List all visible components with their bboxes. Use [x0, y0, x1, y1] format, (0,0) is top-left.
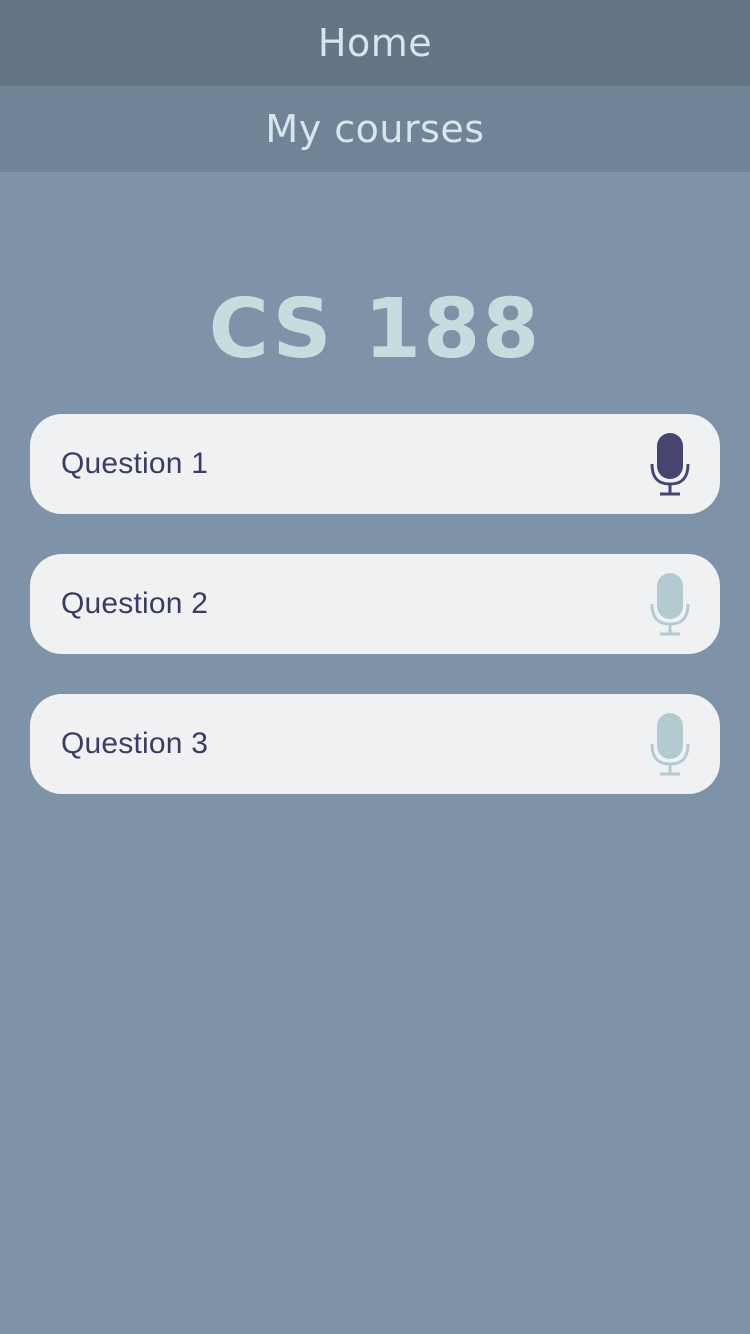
- microphone-icon[interactable]: [648, 571, 692, 637]
- question-card-2[interactable]: Question 2: [30, 554, 720, 654]
- nav-my-courses-button[interactable]: My courses: [0, 86, 750, 172]
- question-list: Question 1 Question 2 Question 3: [30, 414, 720, 834]
- question-card-1[interactable]: Question 1: [30, 414, 720, 514]
- nav-home-label: Home: [317, 21, 433, 65]
- question-label: Question 1: [61, 447, 209, 480]
- nav-my-courses-label: My courses: [265, 107, 485, 151]
- question-card-3[interactable]: Question 3: [30, 694, 720, 794]
- microphone-icon[interactable]: [648, 431, 692, 497]
- microphone-icon[interactable]: [648, 711, 692, 777]
- course-title: CS 188: [208, 282, 542, 377]
- question-label: Question 3: [61, 727, 209, 760]
- nav-home-button[interactable]: Home: [0, 0, 750, 86]
- question-label: Question 2: [61, 587, 209, 620]
